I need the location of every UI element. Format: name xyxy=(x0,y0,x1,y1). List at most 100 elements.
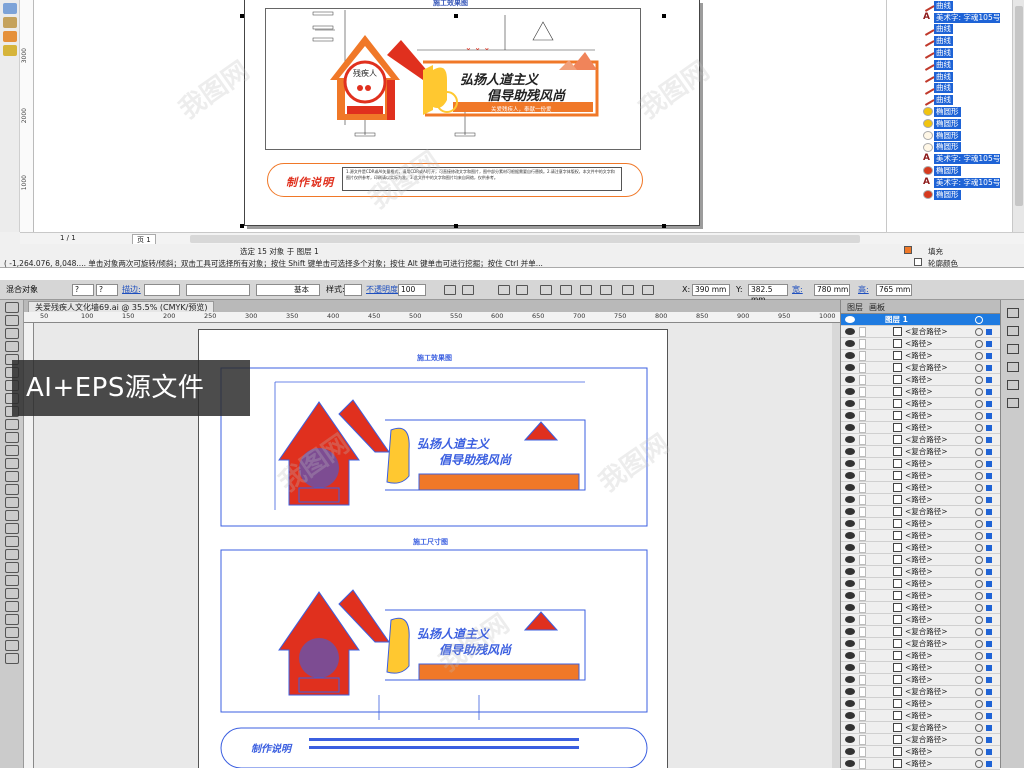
object-row[interactable]: A 美术字: 字魂105号 xyxy=(887,12,1012,24)
selection-handle[interactable] xyxy=(240,224,244,228)
layer-item-name[interactable]: <复合路径> xyxy=(905,627,948,637)
object-row[interactable]: A 美术字: 字魂105号 xyxy=(887,153,1012,165)
layer-item-name[interactable]: <路径> xyxy=(905,543,933,553)
eye-icon[interactable] xyxy=(845,568,855,575)
object-row[interactable]: 曲线 xyxy=(887,58,1012,71)
align-right-icon[interactable] xyxy=(540,285,552,295)
lock-toggle[interactable] xyxy=(859,639,866,649)
target-icon[interactable] xyxy=(975,388,983,396)
lock-toggle[interactable] xyxy=(859,519,866,529)
eye-icon[interactable] xyxy=(845,460,855,467)
graph-icon[interactable] xyxy=(5,601,19,612)
eye-icon[interactable] xyxy=(845,700,855,707)
object-row[interactable]: 椭圆形 xyxy=(887,106,1012,118)
variable-width-dropdown[interactable] xyxy=(186,284,250,296)
lock-toggle[interactable] xyxy=(859,459,866,469)
target-icon[interactable] xyxy=(975,472,983,480)
align-bottom-icon[interactable] xyxy=(600,285,612,295)
layer-item-row[interactable]: <路径> xyxy=(841,662,1000,674)
layer-item-name[interactable]: <路径> xyxy=(905,459,933,469)
eye-icon[interactable] xyxy=(845,520,855,527)
layer-item-name[interactable]: <路径> xyxy=(905,555,933,565)
layer-item-name[interactable]: <复合路径> xyxy=(905,327,948,337)
eye-icon[interactable] xyxy=(845,688,855,695)
layer-item-name[interactable]: <复合路径> xyxy=(905,435,948,445)
eyedropper-icon[interactable] xyxy=(5,562,19,573)
layer-item-row[interactable]: <复合路径> xyxy=(841,638,1000,650)
layer-item-name[interactable]: <路径> xyxy=(905,579,933,589)
eye-icon[interactable] xyxy=(845,352,855,359)
layer-item-name[interactable]: <路径> xyxy=(905,747,933,757)
lock-toggle[interactable] xyxy=(859,543,866,553)
target-icon[interactable] xyxy=(975,736,983,744)
eraser-icon[interactable] xyxy=(5,445,19,456)
eye-icon[interactable] xyxy=(845,376,855,383)
selection-handle[interactable] xyxy=(662,14,666,18)
selection-handle[interactable] xyxy=(240,14,244,18)
target-icon[interactable] xyxy=(975,676,983,684)
eye-icon[interactable] xyxy=(845,580,855,587)
lock-toggle[interactable] xyxy=(859,447,866,457)
layer-item-name[interactable]: <路径> xyxy=(905,519,933,529)
culture-wall-artwork[interactable]: 残疾人 ⌄ ⌄ ⌄ 弘扬人道主义 倡导助残风尚 关爱残疾人，奉献一份爱 xyxy=(305,10,645,145)
eye-icon[interactable] xyxy=(845,364,855,371)
y-field[interactable]: 382.5 mm xyxy=(748,284,788,304)
object-manager-panel[interactable]: 曲线 A 美术字: 字魂105号 曲线 曲线 曲线 曲线 曲线 曲线 曲线 椭圆形 椭圆形 椭圆形 椭圆形… xyxy=(886,0,1012,232)
shape-builder-icon[interactable] xyxy=(5,510,19,521)
eye-icon[interactable] xyxy=(845,472,855,479)
document-tab[interactable]: 关爱残疾人文化墙69.ai @ 35.5% (CMYK/预览) xyxy=(28,301,215,312)
lasso-icon[interactable] xyxy=(5,341,19,352)
lock-toggle[interactable] xyxy=(859,327,866,337)
gradient-panel-icon[interactable] xyxy=(1007,398,1019,408)
target-icon[interactable] xyxy=(975,568,983,576)
zoom-icon[interactable] xyxy=(5,653,19,664)
layer-item-name[interactable]: <路径> xyxy=(905,699,933,709)
object-row[interactable]: 曲线 xyxy=(887,34,1012,48)
eye-icon[interactable] xyxy=(845,652,855,659)
target-icon[interactable] xyxy=(975,412,983,420)
stroke-color-dropdown[interactable]: ? xyxy=(96,284,118,296)
symbol-sprayer-icon[interactable] xyxy=(5,588,19,599)
layer-item-name[interactable]: <复合路径> xyxy=(905,507,948,517)
object-row[interactable]: 曲线 xyxy=(887,69,1012,83)
lock-toggle[interactable] xyxy=(859,723,866,733)
color-panel-icon[interactable] xyxy=(1007,308,1019,318)
layers-panel[interactable]: 图层 画板 图层 1 <复合路径> <路径> <路径> <复合路径> <路径> <路径> <… xyxy=(840,300,1000,770)
lock-toggle[interactable] xyxy=(859,711,866,721)
horizontal-scrollbar[interactable] xyxy=(190,235,860,243)
eye-icon[interactable] xyxy=(845,748,855,755)
distribute-icon[interactable] xyxy=(622,285,634,295)
scrollbar-thumb[interactable] xyxy=(1015,6,1023,206)
selection-handle[interactable] xyxy=(454,224,458,228)
target-icon[interactable] xyxy=(975,724,983,732)
layer-item-name[interactable]: <路径> xyxy=(905,603,933,613)
eye-icon[interactable] xyxy=(845,316,855,323)
target-icon[interactable] xyxy=(975,424,983,432)
layer-item-name[interactable]: <路径> xyxy=(905,531,933,541)
eye-icon[interactable] xyxy=(845,496,855,503)
target-icon[interactable] xyxy=(975,760,983,768)
free-transform-icon[interactable] xyxy=(5,497,19,508)
fill-dropdown[interactable]: ? xyxy=(72,284,94,296)
layer-item-row[interactable]: <路径> xyxy=(841,698,1000,710)
eye-icon[interactable] xyxy=(845,424,855,431)
layer-row-top[interactable]: 图层 1 xyxy=(841,314,1000,326)
selection-handle[interactable] xyxy=(662,224,666,228)
layer-name[interactable]: 图层 1 xyxy=(885,315,908,325)
pen-tool-icon[interactable] xyxy=(3,17,17,28)
layer-item-row[interactable]: <路径> xyxy=(841,566,1000,578)
lock-toggle[interactable] xyxy=(859,663,866,673)
target-icon[interactable] xyxy=(975,436,983,444)
layer-item-row[interactable]: <路径> xyxy=(841,674,1000,686)
layer-item-name[interactable]: <路径> xyxy=(905,591,933,601)
target-icon[interactable] xyxy=(975,592,983,600)
layer-item-name[interactable]: <路径> xyxy=(905,495,933,505)
artboard[interactable]: 施工效果图 弘扬人道主义 倡导助残风尚 施工尺寸图 弘扬人道主义 倡导助残风尚 … xyxy=(198,329,668,768)
corel-canvas[interactable]: 施工效果图 残疾人 ⌄ ⌄ ⌄ 弘扬人道主义 倡导助残风尚 关爱残疾人，奉献一份… xyxy=(34,0,886,232)
stroke-panel-icon[interactable] xyxy=(1007,380,1019,390)
layer-item-row[interactable]: <路径> xyxy=(841,338,1000,350)
lock-toggle[interactable] xyxy=(859,603,866,613)
tab-artboards[interactable]: 画板 xyxy=(869,302,885,313)
target-icon[interactable] xyxy=(975,328,983,336)
lock-toggle[interactable] xyxy=(859,495,866,505)
